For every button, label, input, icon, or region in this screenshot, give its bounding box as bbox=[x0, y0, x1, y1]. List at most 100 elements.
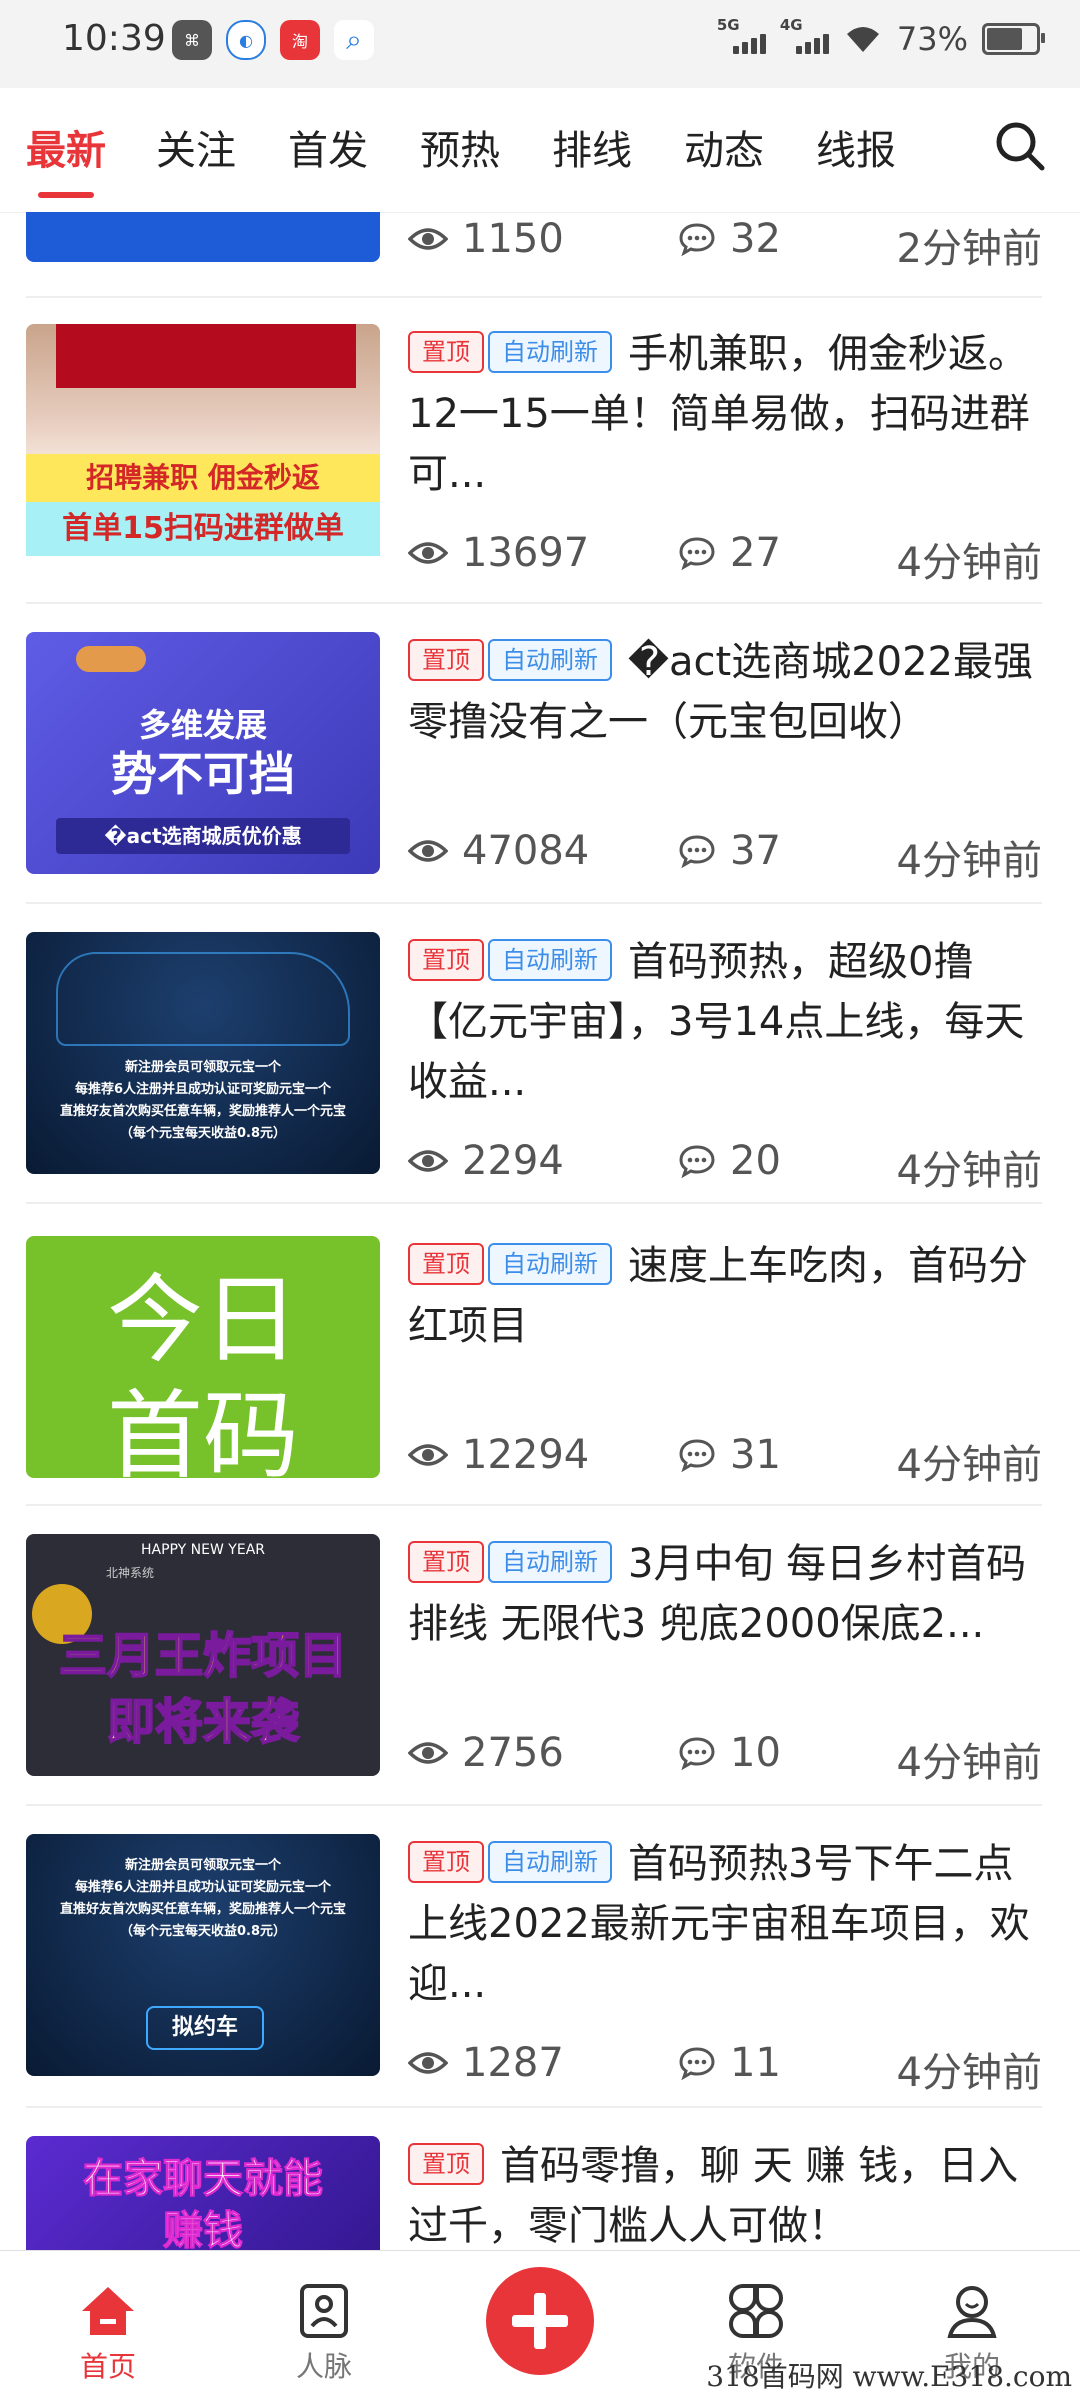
list-item[interactable]: 多维发展 势不可挡 �act选商城质优价惠 置顶 自动刷新 �act选商城2022最… bbox=[26, 632, 1042, 884]
tab-lineup[interactable]: 排线 bbox=[552, 118, 632, 176]
tab-following[interactable]: 关注 bbox=[156, 118, 236, 176]
pinned-badge: 置顶 bbox=[408, 2143, 484, 2185]
divider bbox=[26, 602, 1042, 604]
auto-refresh-badge: 自动刷新 bbox=[488, 1243, 612, 1285]
list-item[interactable]: 新注册会员可领取元宝一个 每推荐6人注册并且成功认证可奖励元宝一个 直推好友首次… bbox=[26, 932, 1042, 1194]
tab-tips[interactable]: 线报 bbox=[816, 118, 896, 176]
view-count: 12294 bbox=[408, 1432, 589, 1478]
view-count: 1150 bbox=[408, 216, 564, 262]
auto-refresh-badge: 自动刷新 bbox=[488, 1841, 612, 1883]
category-tabs: 最新 关注 首发 预热 排线 动态 线报 bbox=[0, 88, 1080, 213]
post-thumbnail: 在家聊天就能 赚钱 bbox=[26, 2136, 380, 2250]
list-item[interactable]: 今日 首码 置顶 自动刷新 速度上车吃肉，首码分红项目 12294 31 4分钟前 bbox=[26, 1236, 1042, 1488]
site-watermark: 318首码网 www.E318.com bbox=[706, 2360, 1072, 2393]
comment-count: 37 bbox=[678, 828, 781, 874]
view-count: 13697 bbox=[408, 530, 589, 576]
view-count: 47084 bbox=[408, 828, 589, 874]
signal-5g-icon: 5G bbox=[717, 16, 766, 54]
nav-home[interactable]: 首页 bbox=[48, 2277, 168, 2385]
post-time: 4分钟前 bbox=[896, 1442, 1042, 1488]
divider bbox=[26, 1202, 1042, 1204]
search-icon[interactable] bbox=[992, 118, 1048, 174]
post-meta: 13697 27 4分钟前 bbox=[408, 530, 1042, 586]
post-title[interactable]: 置顶 自动刷新 �act选商城2022最强零撸没有之一（元宝包回收） bbox=[408, 632, 1042, 752]
app-notification-icon: ⌘ bbox=[172, 20, 212, 60]
apps-icon bbox=[729, 2284, 783, 2338]
bottom-navigation: 首页 人脉 软件 我的 318首码网 www.E318.com bbox=[0, 2250, 1080, 2401]
comment-icon bbox=[679, 537, 715, 570]
notification-icons: ⌘ ◐ 淘 ⌕ bbox=[172, 20, 374, 60]
contacts-icon bbox=[300, 2284, 348, 2338]
post-meta: 47084 37 4分钟前 bbox=[408, 828, 1042, 884]
view-count: 1287 bbox=[408, 2040, 564, 2086]
view-count: 2756 bbox=[408, 1730, 564, 1776]
comment-count: 27 bbox=[678, 530, 781, 576]
divider bbox=[26, 902, 1042, 904]
post-time: 4分钟前 bbox=[896, 2050, 1042, 2096]
post-title[interactable]: 置顶 首码零撸，聊 天 赚 钱，日入过千，零门槛人人可做！ bbox=[408, 2136, 1042, 2250]
post-thumbnail: 新注册会员可领取元宝一个 每推荐6人注册并且成功认证可奖励元宝一个 直推好友首次… bbox=[26, 932, 380, 1174]
post-list[interactable]: 1150 32 2分钟前 招聘兼职 佣金秒返 首单15扫码进群做单 置顶 自动刷新… bbox=[0, 212, 1080, 2250]
eye-icon bbox=[408, 228, 448, 250]
post-time: 4分钟前 bbox=[896, 838, 1042, 884]
search-notification-icon: ⌕ bbox=[334, 20, 374, 60]
comment-count: 11 bbox=[678, 2040, 781, 2086]
nav-contacts[interactable]: 人脉 bbox=[264, 2277, 384, 2385]
post-title[interactable]: 置顶 自动刷新 手机兼职，佣金秒返。12一15一单！简单易做，扫码进群可... bbox=[408, 324, 1042, 504]
comment-icon bbox=[679, 2047, 715, 2080]
eye-icon bbox=[408, 1150, 448, 1172]
battery-percent: 73% bbox=[896, 20, 968, 58]
pinned-badge: 置顶 bbox=[408, 939, 484, 981]
post-time: 2分钟前 bbox=[896, 226, 1042, 272]
tab-first-release[interactable]: 首发 bbox=[288, 118, 368, 176]
auto-refresh-badge: 自动刷新 bbox=[488, 331, 612, 373]
comment-count: 20 bbox=[678, 1138, 781, 1184]
post-time: 4分钟前 bbox=[896, 1148, 1042, 1194]
divider bbox=[26, 1804, 1042, 1806]
active-tab-indicator bbox=[38, 192, 94, 198]
list-item[interactable]: 招聘兼职 佣金秒返 首单15扫码进群做单 置顶 自动刷新 手机兼职，佣金秒返。12一… bbox=[26, 324, 1042, 586]
status-bar: 10:39 ⌘ ◐ 淘 ⌕ 5G 4G 73% bbox=[0, 0, 1080, 88]
home-icon bbox=[82, 2287, 134, 2335]
list-item[interactable]: 1150 32 2分钟前 bbox=[26, 212, 1042, 296]
post-thumbnail: 新注册会员可领取元宝一个 每推荐6人注册并且成功认证可奖励元宝一个 直推好友首次… bbox=[26, 1834, 380, 2076]
pinned-badge: 置顶 bbox=[408, 639, 484, 681]
post-thumbnail: 多维发展 势不可挡 �act选商城质优价惠 bbox=[26, 632, 380, 874]
shop-notification-icon: 淘 bbox=[280, 20, 320, 60]
list-item[interactable]: HAPPY NEW YEAR 北神系统 三月王炸项目 即将来袭 置顶 自动刷新 3月… bbox=[26, 1534, 1042, 1786]
comment-icon bbox=[679, 223, 715, 256]
post-meta: 1287 11 4分钟前 bbox=[408, 2040, 1042, 2096]
clock: 10:39 bbox=[62, 18, 166, 59]
pinned-badge: 置顶 bbox=[408, 331, 484, 373]
list-item[interactable]: 新注册会员可领取元宝一个 每推荐6人注册并且成功认证可奖励元宝一个 直推好友首次… bbox=[26, 1834, 1042, 2096]
tab-preheat[interactable]: 预热 bbox=[420, 118, 500, 176]
tab-latest[interactable]: 最新 bbox=[26, 118, 106, 176]
eye-icon bbox=[408, 2052, 448, 2074]
tab-updates[interactable]: 动态 bbox=[684, 118, 764, 176]
post-title[interactable]: 置顶 自动刷新 速度上车吃肉，首码分红项目 bbox=[408, 1236, 1042, 1356]
post-time: 4分钟前 bbox=[896, 1740, 1042, 1786]
divider bbox=[26, 1504, 1042, 1506]
list-item[interactable]: 在家聊天就能 赚钱 置顶 首码零撸，聊 天 赚 钱，日入过千，零门槛人人可做！ bbox=[26, 2136, 1042, 2250]
post-meta: 12294 31 4分钟前 bbox=[408, 1432, 1042, 1488]
post-title[interactable]: 置顶 自动刷新 首码预热，超级0撸【亿元宇宙】，3号14点上线，每天收益... bbox=[408, 932, 1042, 1112]
post-title[interactable]: 置顶 自动刷新 3月中旬 每日乡村首码排线 无限代3 兜底2000保底2... bbox=[408, 1534, 1042, 1654]
auto-refresh-badge: 自动刷新 bbox=[488, 939, 612, 981]
post-thumbnail: 今日 首码 bbox=[26, 1236, 380, 1478]
comment-count: 32 bbox=[678, 216, 781, 262]
auto-refresh-badge: 自动刷新 bbox=[488, 1541, 612, 1583]
post-title[interactable]: 置顶 自动刷新 首码预热3号下午二点上线2022最新元宇宙租车项目，欢迎... bbox=[408, 1834, 1042, 2014]
view-count: 2294 bbox=[408, 1138, 564, 1184]
eye-icon bbox=[408, 1444, 448, 1466]
publish-plus-button[interactable] bbox=[486, 2267, 594, 2375]
battery-icon bbox=[982, 23, 1045, 55]
auto-refresh-badge: 自动刷新 bbox=[488, 639, 612, 681]
browser-notification-icon: ◐ bbox=[226, 20, 266, 60]
comment-icon bbox=[679, 835, 715, 868]
comment-icon bbox=[679, 1439, 715, 1472]
wifi-icon bbox=[846, 27, 879, 52]
comment-count: 10 bbox=[678, 1730, 781, 1776]
post-thumbnail: 招聘兼职 佣金秒返 首单15扫码进群做单 bbox=[26, 324, 380, 566]
eye-icon bbox=[408, 542, 448, 564]
divider bbox=[26, 2106, 1042, 2108]
